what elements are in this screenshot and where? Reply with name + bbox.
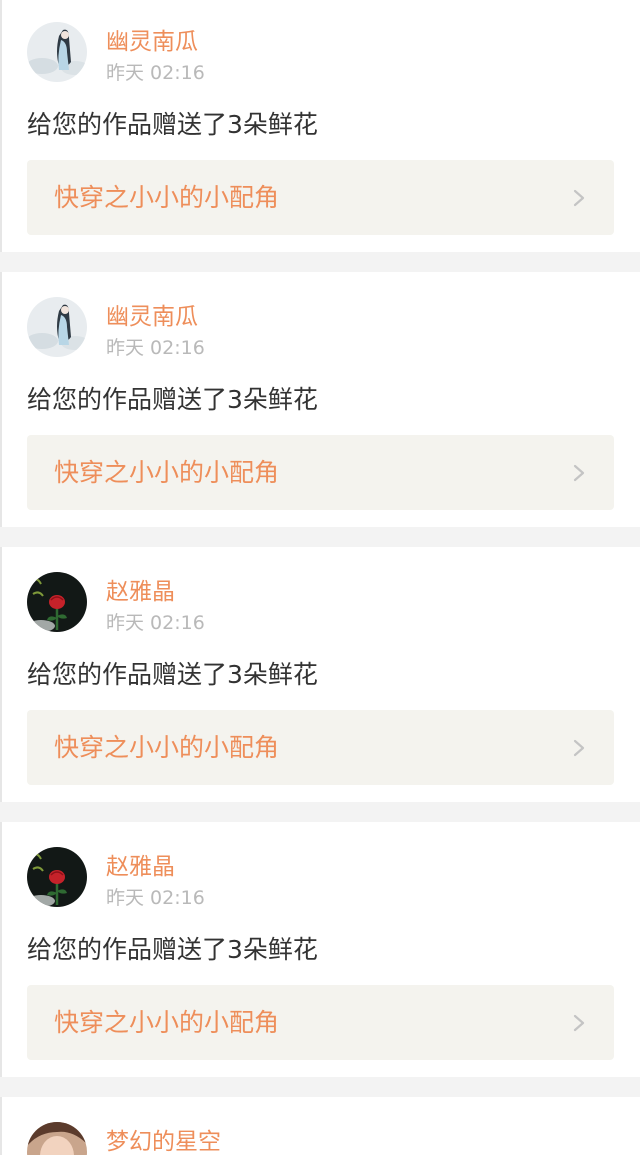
user-avatar[interactable] [27,847,87,907]
chevron-right-icon [570,463,588,483]
username[interactable]: 幽灵南瓜 [106,27,198,57]
username[interactable]: 梦幻的星空 [106,1127,221,1155]
gift-message: 给您的作品赠送了3朵鲜花 [27,385,318,414]
notification-card: 梦幻的星空 [0,1097,640,1155]
gift-message: 给您的作品赠送了3朵鲜花 [27,660,318,689]
username[interactable]: 赵雅晶 [106,852,175,882]
chevron-right-icon [570,1013,588,1033]
work-link[interactable]: 快穿之小小的小配角 [27,160,614,235]
user-avatar[interactable] [27,572,87,632]
work-link[interactable]: 快穿之小小的小配角 [27,710,614,785]
person-face-avatar-icon [27,1122,87,1155]
timestamp: 昨天 02:16 [106,887,205,909]
notification-card: 赵雅晶 昨天 02:16 给您的作品赠送了3朵鲜花 快穿之小小的小配角 [0,822,640,1077]
user-avatar[interactable] [27,22,87,82]
notification-card: 赵雅晶 昨天 02:16 给您的作品赠送了3朵鲜花 快穿之小小的小配角 [0,547,640,802]
notification-card: 幽灵南瓜 昨天 02:16 给您的作品赠送了3朵鲜花 快穿之小小的小配角 [0,272,640,527]
username[interactable]: 赵雅晶 [106,577,175,607]
ghost-girl-avatar-icon [27,297,87,357]
work-title: 快穿之小小的小配角 [54,1008,280,1037]
chevron-right-icon [570,738,588,758]
work-title: 快穿之小小的小配角 [54,183,280,212]
chevron-right-icon [570,188,588,208]
user-avatar[interactable] [27,1122,87,1155]
work-title: 快穿之小小的小配角 [54,733,280,762]
work-link[interactable]: 快穿之小小的小配角 [27,985,614,1060]
user-avatar[interactable] [27,297,87,357]
gift-message: 给您的作品赠送了3朵鲜花 [27,110,318,139]
timestamp: 昨天 02:16 [106,337,205,359]
work-title: 快穿之小小的小配角 [54,458,280,487]
notification-card: 幽灵南瓜 昨天 02:16 给您的作品赠送了3朵鲜花 快穿之小小的小配角 [0,0,640,252]
username[interactable]: 幽灵南瓜 [106,302,198,332]
work-link[interactable]: 快穿之小小的小配角 [27,435,614,510]
red-rose-avatar-icon [27,572,87,632]
timestamp: 昨天 02:16 [106,612,205,634]
ghost-girl-avatar-icon [27,22,87,82]
gift-message: 给您的作品赠送了3朵鲜花 [27,935,318,964]
timestamp: 昨天 02:16 [106,62,205,84]
red-rose-avatar-icon [27,847,87,907]
